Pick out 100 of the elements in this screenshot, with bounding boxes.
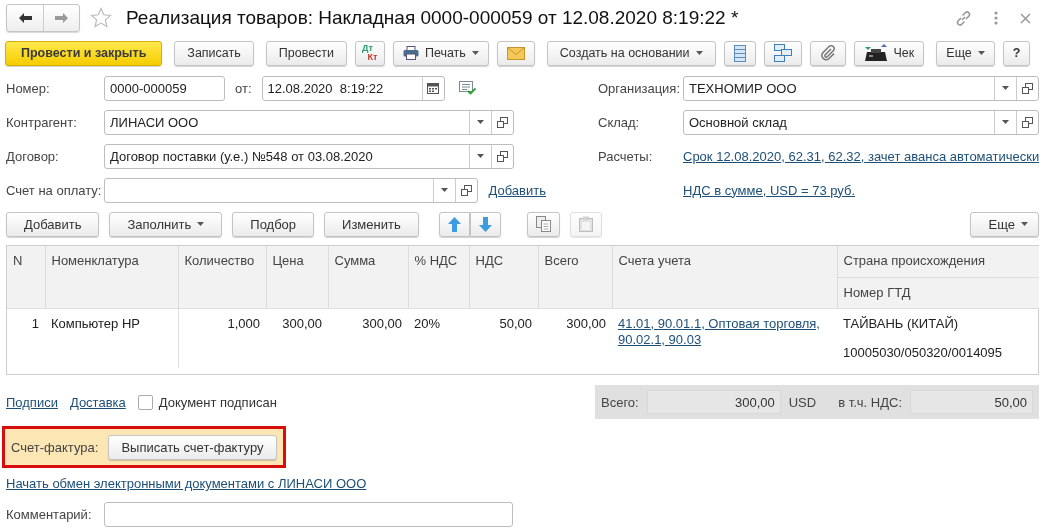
paperclip-icon	[819, 45, 836, 61]
column-header[interactable]: % НДС	[408, 246, 469, 308]
toolbar-button[interactable]: Записать	[174, 40, 254, 66]
table-cell: 50,00	[469, 308, 538, 368]
arrow-down-icon	[478, 216, 492, 232]
vat-field: 50,00	[910, 390, 1033, 414]
checkbox-label: Документ подписан	[158, 394, 277, 410]
toolbar-button[interactable]: Еще	[969, 211, 1039, 237]
column-header[interactable]: Цена	[266, 246, 328, 308]
select-field[interactable]: ТЕХНОМИР ООО	[683, 75, 1040, 101]
printer-icon	[402, 46, 419, 60]
total-label: Всего:	[601, 394, 639, 410]
column-header[interactable]: Количество	[178, 246, 266, 308]
email-button[interactable]	[496, 40, 535, 66]
column-header[interactable]: N	[7, 246, 45, 308]
select-field[interactable]: ЛИНАСИ ООО	[104, 109, 514, 135]
select-field[interactable]: Договор поставки (у.е.) №548 от 03.08.2020	[104, 143, 514, 169]
move-up-button[interactable]	[438, 211, 470, 237]
caret-icon	[1002, 120, 1010, 124]
envelope-icon	[506, 46, 525, 60]
print-button[interactable]: Печать	[392, 40, 489, 66]
list-button[interactable]	[723, 40, 756, 66]
open-window-icon	[497, 116, 508, 128]
caret-icon	[1002, 86, 1010, 90]
edi-link[interactable]: Начать обмен электронными документами с ЛИНАСИ ООО	[6, 476, 367, 491]
column-header[interactable]: НДС	[469, 246, 538, 308]
table-cell: 300,00	[328, 308, 408, 368]
table-cell: 300,00	[266, 308, 328, 368]
field-label: Расчеты:	[598, 148, 654, 164]
field-label: Номер:	[6, 80, 51, 96]
structure-button[interactable]	[763, 40, 802, 66]
open-window-icon	[1022, 116, 1034, 128]
comment-field[interactable]	[104, 502, 513, 527]
column-header[interactable]: Всего	[538, 246, 612, 308]
checkbox[interactable]	[137, 394, 153, 410]
caret-icon	[440, 188, 448, 192]
field-label: Комментарий:	[6, 507, 93, 522]
arrow-up-icon	[447, 216, 461, 232]
caret-icon	[477, 154, 484, 158]
column-header[interactable]: Счета учета	[612, 246, 837, 308]
column-header[interactable]: Сумма	[328, 246, 408, 308]
receipt-button[interactable]: Чек	[853, 40, 925, 66]
field-label: от:	[235, 80, 252, 96]
select-field[interactable]	[104, 177, 478, 203]
help-button[interactable]: ?	[1002, 40, 1031, 66]
arrow-left-icon	[17, 12, 33, 24]
column-header[interactable]: Страна происхождения	[837, 246, 1039, 277]
invoice-label: Счет-фактура:	[11, 439, 99, 455]
toolbar-button[interactable]: Провести	[265, 40, 348, 66]
open-window-icon	[460, 184, 472, 196]
field-label: Договор:	[6, 148, 60, 164]
calendar-icon	[427, 82, 439, 94]
copy-button[interactable]	[526, 211, 560, 237]
currency-label: USD	[788, 394, 817, 410]
open-window-icon	[497, 150, 508, 162]
post-and-close-button[interactable]: Провести и закрыть	[5, 40, 163, 66]
account-link[interactable]: 41.01, 90.01.1, Оптовая торговля, 90.02.1, 90.03	[618, 315, 831, 348]
add-link[interactable]: Добавить	[488, 182, 546, 198]
cash-register-icon	[863, 44, 888, 62]
select-field[interactable]: Основной склад	[683, 109, 1040, 135]
field-label: Организация:	[598, 80, 682, 96]
arrow-right-icon	[54, 12, 69, 24]
toolbar-button[interactable]: Подбор	[232, 211, 315, 237]
toolbar-button[interactable]: Создать на основании	[546, 40, 716, 66]
field-label: Склад:	[598, 114, 641, 130]
toolbar-button[interactable]: Заполнить	[109, 211, 223, 237]
move-down-button[interactable]	[469, 211, 501, 237]
star-icon[interactable]	[90, 7, 112, 29]
form-link[interactable]: Доставка	[69, 394, 126, 410]
vat-label: в т.ч. НДС:	[838, 394, 902, 410]
close-icon[interactable]	[1020, 12, 1031, 24]
settings-link[interactable]: Срок 12.08.2020, 62.31, 62.32, зачет аванса автоматически	[683, 148, 1040, 164]
table-cell: ТАЙВАНЬ (КИТАЙ)	[837, 308, 1039, 338]
toolbar-button[interactable]: Изменить	[324, 211, 419, 237]
table-cell: Компьютер HP	[45, 308, 178, 368]
settings-link[interactable]: НДС в сумме, USD = 73 руб.	[683, 182, 855, 198]
ledger-button[interactable]: Дт Кт	[355, 40, 385, 66]
document-check-icon[interactable]	[458, 81, 476, 95]
attach-button[interactable]	[809, 40, 846, 66]
toolbar-button[interactable]: Еще	[936, 40, 995, 66]
field-label: Счет на оплату:	[6, 182, 103, 198]
toolbar-button[interactable]: Добавить	[6, 211, 100, 237]
column-header[interactable]: Номер ГТД	[837, 277, 1039, 308]
table-cell: 1	[7, 308, 45, 368]
table-cell: 20%	[408, 308, 469, 368]
open-window-icon	[1022, 82, 1034, 94]
structure-icon	[773, 44, 792, 62]
number-field[interactable]: 0000-000059	[104, 75, 225, 101]
create-invoice-button[interactable]: Выписать счет-фактуру	[108, 434, 277, 460]
column-header[interactable]: Номенклатура	[45, 246, 178, 308]
more-icon[interactable]	[994, 11, 998, 25]
total-field: 300,00	[646, 390, 781, 414]
table-cell-text: 10005030/050320/0014095	[842, 344, 1004, 362]
caret-icon	[477, 120, 484, 124]
link-icon[interactable]	[955, 9, 972, 27]
copy-icon	[535, 216, 551, 232]
window-title: Реализация товаров: Накладная 0000-000059 от 12.08.2020 8:19:22 *	[126, 7, 740, 29]
paste-icon	[578, 216, 593, 232]
form-link[interactable]: Подписи	[6, 394, 58, 410]
date-field[interactable]: 12.08.2020 8:19:22	[261, 75, 445, 101]
